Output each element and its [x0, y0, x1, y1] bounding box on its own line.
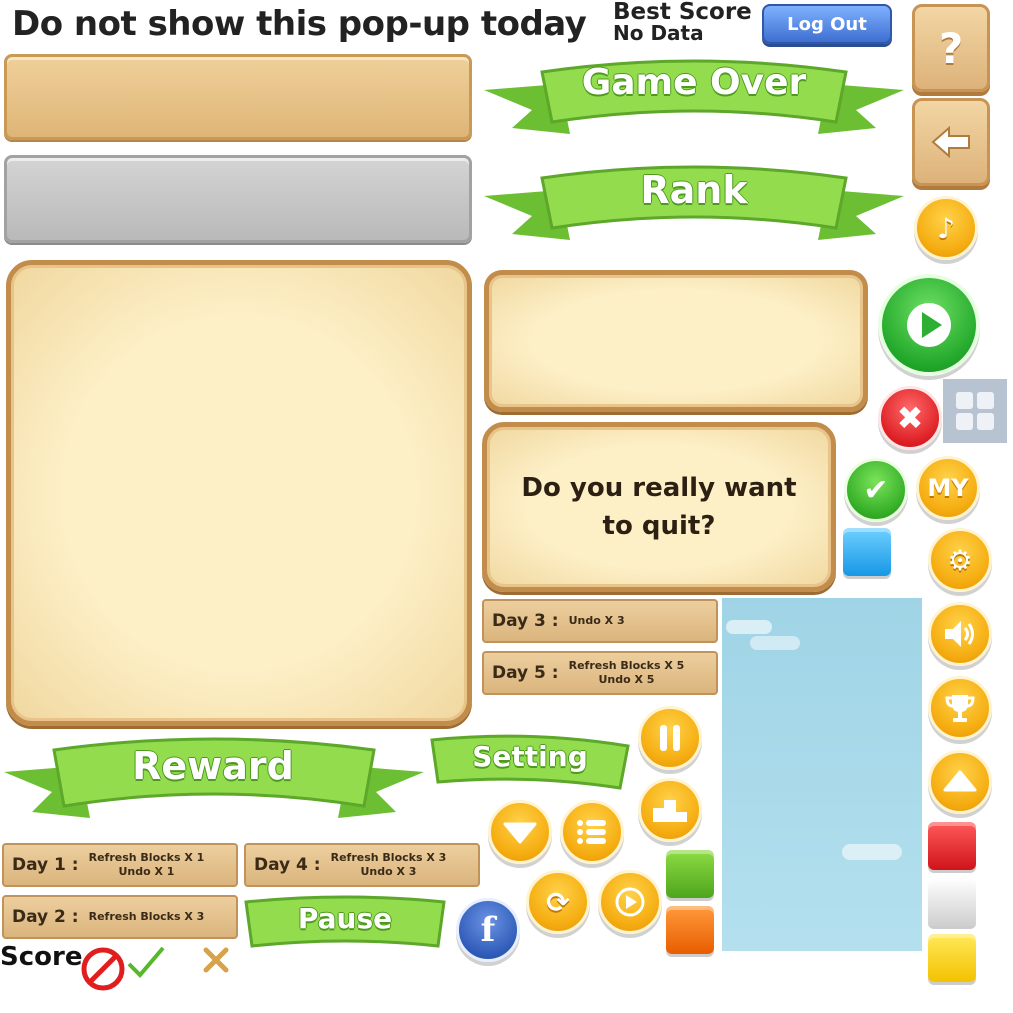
reward-day-label: Day 4 :	[254, 855, 321, 875]
trophy-icon	[945, 695, 975, 722]
settings-button[interactable]: ⚙	[928, 528, 992, 592]
medium-parchment-panel	[484, 270, 868, 412]
grid-icon	[956, 392, 994, 430]
arrow-down-icon	[503, 822, 537, 844]
speaker-icon	[945, 621, 974, 647]
sound-button[interactable]	[928, 602, 992, 666]
reward-detail: Refresh Blocks X 1 Undo X 1	[88, 851, 205, 878]
logout-button[interactable]: Log Out	[762, 4, 892, 44]
confirm-button[interactable]: ✔	[844, 458, 908, 522]
podium-icon	[653, 800, 687, 822]
reward-day-label: Day 2 :	[12, 907, 79, 927]
reward-detail: Refresh Blocks X 3 Undo X 3	[330, 851, 447, 878]
pause-icon	[660, 725, 680, 751]
question-icon: ?	[938, 23, 964, 73]
close-icon: ✖	[896, 399, 924, 437]
reward-detail: Undo X 3	[568, 614, 625, 627]
rank-button[interactable]	[638, 778, 702, 842]
rank-title: Rank	[640, 168, 748, 212]
reward-row-day2: Day 2 : Refresh Blocks X 3	[2, 895, 238, 939]
sky-background	[722, 598, 922, 951]
play-big-button[interactable]	[878, 274, 980, 376]
gear-icon: ⚙	[947, 543, 973, 577]
best-score-value: No Data	[613, 21, 704, 45]
arrow-left-icon	[931, 126, 970, 158]
list-button[interactable]	[560, 800, 624, 864]
quit-message-line1: Do you really want	[521, 473, 797, 503]
reward-day-label: Day 5 :	[492, 663, 559, 683]
list-icon	[577, 820, 606, 844]
reward-row-day5: Day 5 : Refresh Blocks X 5 Undo X 5	[482, 651, 718, 695]
my-label: MY	[927, 474, 969, 502]
no-icon	[81, 947, 125, 991]
reward-detail: Refresh Blocks X 3	[88, 910, 205, 923]
play-icon	[907, 303, 951, 347]
gray-bar-panel	[4, 155, 472, 243]
blue-square-button[interactable]	[843, 528, 891, 576]
reward-row-day1: Day 1 : Refresh Blocks X 1 Undo X 1	[2, 843, 238, 887]
close-button[interactable]: ✖	[878, 386, 942, 450]
restart-button[interactable]: ⟳	[526, 870, 590, 934]
facebook-icon: f	[480, 910, 496, 950]
x-mark-icon	[203, 947, 229, 973]
reward-day-label: Day 3 :	[492, 611, 559, 631]
music-note-icon: ♪	[937, 211, 955, 245]
quit-dialog: Do you really want to quit?	[482, 422, 836, 592]
yellow-square-button[interactable]	[928, 934, 976, 982]
play-small-button[interactable]	[598, 870, 662, 934]
quit-message-line2: to quit?	[602, 511, 716, 541]
reward-row-day4: Day 4 : Refresh Blocks X 3 Undo X 3	[244, 843, 480, 887]
music-button[interactable]: ♪	[914, 196, 978, 260]
check-icon: ✔	[863, 472, 889, 508]
setting-title: Setting	[472, 740, 588, 773]
pause-button[interactable]	[638, 706, 702, 770]
reward-row-day3: Day 3 : Undo X 3	[482, 599, 718, 643]
game-over-title: Game Over	[581, 62, 807, 103]
reward-title: Reward	[132, 744, 294, 788]
tan-bar-panel	[4, 54, 472, 140]
trophy-button[interactable]	[928, 676, 992, 740]
reward-day-label: Day 1 :	[12, 855, 79, 875]
check-icon	[127, 946, 165, 978]
my-button[interactable]: MY	[916, 456, 980, 520]
green-square-button[interactable]	[666, 850, 714, 898]
reward-detail: Refresh Blocks X 5 Undo X 5	[568, 659, 685, 686]
logout-label: Log Out	[787, 13, 867, 35]
restart-icon: ⟳	[546, 885, 570, 919]
down-button[interactable]	[488, 800, 552, 864]
large-parchment-panel	[6, 260, 472, 726]
help-button[interactable]: ?	[912, 4, 990, 92]
facebook-button[interactable]: f	[456, 898, 520, 962]
orange-square-button[interactable]	[666, 906, 714, 954]
red-square-button[interactable]	[928, 822, 976, 870]
popup-notice-text: Do not show this pop-up today	[12, 4, 587, 44]
grid-button[interactable]	[943, 379, 1007, 443]
pause-title: Pause	[297, 902, 393, 935]
score-label: Score	[0, 942, 83, 972]
back-button[interactable]	[912, 98, 990, 186]
arrow-up-icon	[943, 770, 977, 792]
white-square-button[interactable]	[928, 878, 976, 926]
play-icon	[615, 887, 645, 917]
up-button[interactable]	[928, 750, 992, 814]
